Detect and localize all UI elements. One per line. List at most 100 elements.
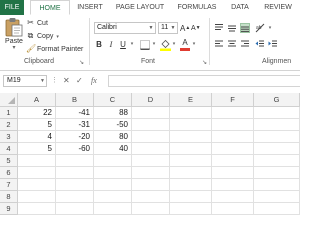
row-header-6[interactable]: 6 <box>0 167 18 179</box>
cell-b2[interactable]: -31 <box>56 119 94 131</box>
cell-d8[interactable] <box>132 191 170 203</box>
cell-e7[interactable] <box>170 179 212 191</box>
tab-page-layout[interactable]: PAGE LAYOUT <box>112 0 168 15</box>
cell-f4[interactable] <box>212 143 254 155</box>
top-align-button[interactable] <box>214 23 224 33</box>
tab-formulas[interactable]: FORMULAS <box>172 0 222 15</box>
row-header-3[interactable]: 3 <box>0 131 18 143</box>
cell-f8[interactable] <box>212 191 254 203</box>
cell-f2[interactable] <box>212 119 254 131</box>
column-header-c[interactable]: C <box>94 93 132 107</box>
cell-e9[interactable] <box>170 203 212 215</box>
column-header-b[interactable]: B <box>56 93 94 107</box>
bold-button[interactable]: B <box>94 39 104 50</box>
cell-b4[interactable]: -60 <box>56 143 94 155</box>
select-all-button[interactable] <box>0 93 18 107</box>
cell-g4[interactable] <box>254 143 300 155</box>
cell-a5[interactable] <box>18 155 56 167</box>
font-color-button[interactable]: A <box>180 38 190 51</box>
row-header-7[interactable]: 7 <box>0 179 18 191</box>
format-painter-button[interactable]: 🖌Format Painter <box>26 43 83 54</box>
cell-d3[interactable] <box>132 131 170 143</box>
cell-f1[interactable] <box>212 107 254 119</box>
italic-button[interactable]: I <box>106 39 116 50</box>
cell-d5[interactable] <box>132 155 170 167</box>
cell-c6[interactable] <box>94 167 132 179</box>
increase-indent-button[interactable] <box>268 39 278 49</box>
cell-c4[interactable]: 40 <box>94 143 132 155</box>
cell-b1[interactable]: -41 <box>56 107 94 119</box>
cell-d1[interactable] <box>132 107 170 119</box>
cell-b7[interactable] <box>56 179 94 191</box>
cell-b8[interactable] <box>56 191 94 203</box>
cell-c9[interactable] <box>94 203 132 215</box>
orientation-dropdown-icon[interactable]: ▾ <box>267 23 273 34</box>
cell-e3[interactable] <box>170 131 212 143</box>
cell-f6[interactable] <box>212 167 254 179</box>
cell-c7[interactable] <box>94 179 132 191</box>
cell-c2[interactable]: -50 <box>94 119 132 131</box>
cell-g8[interactable] <box>254 191 300 203</box>
tab-home[interactable]: HOME <box>30 0 70 15</box>
cell-a7[interactable] <box>18 179 56 191</box>
cell-c5[interactable] <box>94 155 132 167</box>
name-box[interactable]: M19 ▼ <box>3 75 47 87</box>
cell-f7[interactable] <box>212 179 254 191</box>
font-color-dropdown-icon[interactable]: ▾ <box>191 39 197 50</box>
cell-g2[interactable] <box>254 119 300 131</box>
font-name-select[interactable]: Calibri ▼ <box>94 22 156 34</box>
tab-review[interactable]: REVIEW <box>258 0 298 15</box>
underline-button[interactable]: U <box>118 39 128 50</box>
column-header-g[interactable]: G <box>254 93 300 107</box>
cell-c8[interactable] <box>94 191 132 203</box>
tab-data[interactable]: DATA <box>226 0 254 15</box>
cell-b3[interactable]: -20 <box>56 131 94 143</box>
formula-input[interactable] <box>108 75 300 87</box>
cell-a9[interactable] <box>18 203 56 215</box>
grow-font-button[interactable]: A▲ <box>180 23 190 34</box>
cell-d9[interactable] <box>132 203 170 215</box>
font-size-select[interactable]: 11 ▼ <box>158 22 178 34</box>
row-header-9[interactable]: 9 <box>0 203 18 215</box>
cell-f3[interactable] <box>212 131 254 143</box>
cell-a8[interactable] <box>18 191 56 203</box>
cell-b5[interactable] <box>56 155 94 167</box>
cell-e5[interactable] <box>170 155 212 167</box>
cell-d2[interactable] <box>132 119 170 131</box>
align-right-button[interactable] <box>240 39 250 49</box>
cell-a2[interactable]: 5 <box>18 119 56 131</box>
cell-g1[interactable] <box>254 107 300 119</box>
cell-a4[interactable]: 5 <box>18 143 56 155</box>
cut-button[interactable]: ✂ Cut <box>26 17 48 28</box>
borders-button[interactable] <box>140 40 150 50</box>
cell-g7[interactable] <box>254 179 300 191</box>
insert-function-icon[interactable]: fx <box>91 75 97 87</box>
cell-e6[interactable] <box>170 167 212 179</box>
paste-dropdown-icon[interactable]: ▾ <box>3 45 25 51</box>
orientation-button[interactable]: ab <box>255 23 267 33</box>
cell-g9[interactable] <box>254 203 300 215</box>
cell-d6[interactable] <box>132 167 170 179</box>
copy-button[interactable]: ⧉ Copy ▾ <box>26 30 59 41</box>
align-left-button[interactable] <box>214 39 224 49</box>
cell-b9[interactable] <box>56 203 94 215</box>
cell-g5[interactable] <box>254 155 300 167</box>
column-header-f[interactable]: F <box>212 93 254 107</box>
enter-icon[interactable]: ✓ <box>76 75 83 87</box>
underline-dropdown-icon[interactable]: ▾ <box>129 39 135 50</box>
cell-c1[interactable]: 88 <box>94 107 132 119</box>
column-header-d[interactable]: D <box>132 93 170 107</box>
row-header-4[interactable]: 4 <box>0 143 18 155</box>
cell-e2[interactable] <box>170 119 212 131</box>
font-launcher-icon[interactable]: ↘ <box>202 59 207 66</box>
clipboard-launcher-icon[interactable]: ↘ <box>79 59 84 66</box>
borders-dropdown-icon[interactable]: ▾ <box>151 39 157 50</box>
paste-button[interactable]: Paste ▾ <box>3 17 25 55</box>
bottom-align-button[interactable] <box>240 23 250 33</box>
cancel-icon[interactable]: ✕ <box>63 75 70 87</box>
cell-a3[interactable]: 4 <box>18 131 56 143</box>
cell-e1[interactable] <box>170 107 212 119</box>
shrink-font-button[interactable]: A▼ <box>191 23 201 34</box>
cell-g3[interactable] <box>254 131 300 143</box>
row-header-2[interactable]: 2 <box>0 119 18 131</box>
